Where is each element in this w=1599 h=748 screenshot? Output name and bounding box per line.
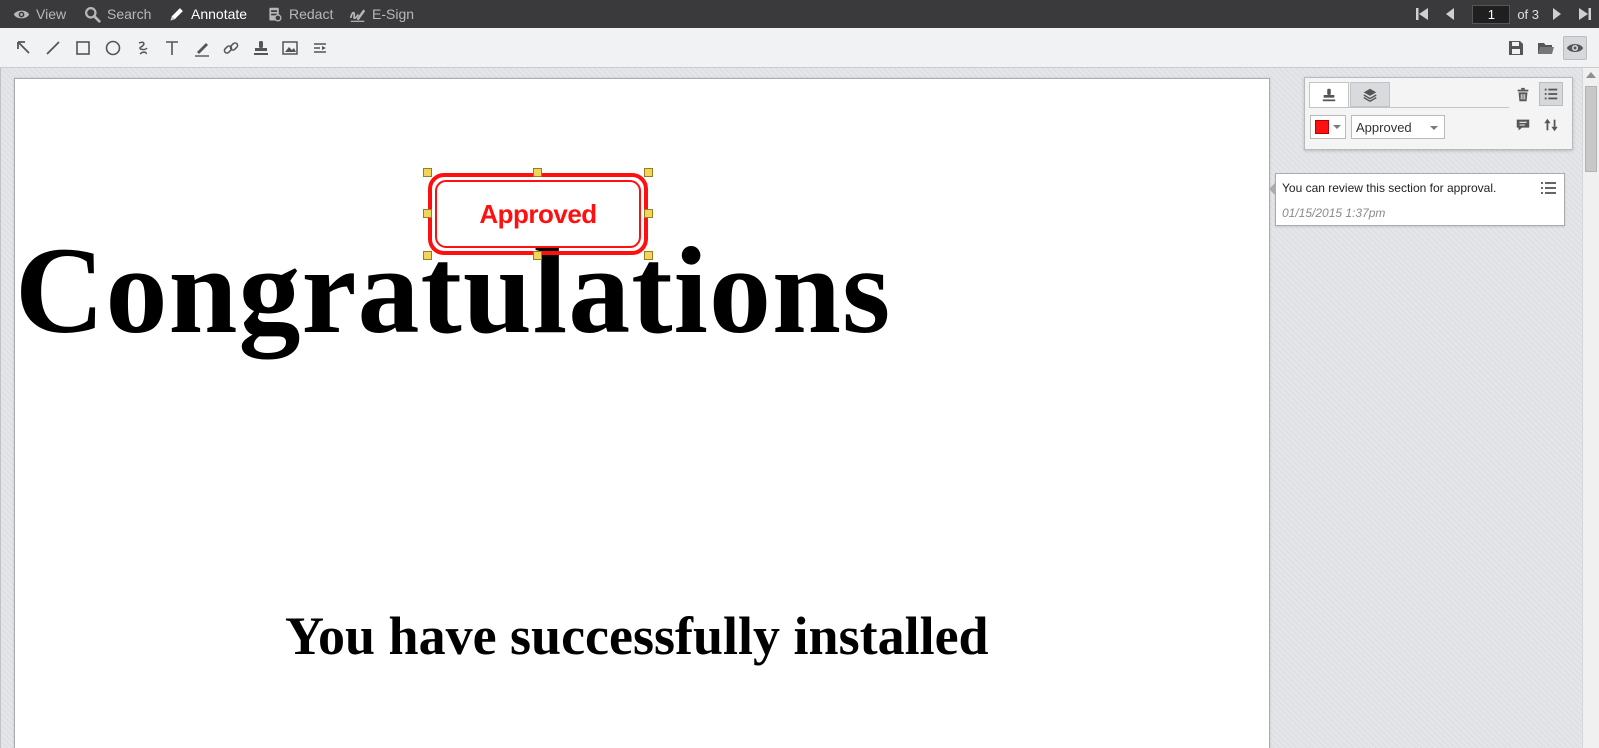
rectangle-tool-button[interactable] <box>71 36 95 60</box>
annotation-list-button[interactable] <box>1539 82 1563 106</box>
list-icon <box>1544 88 1558 100</box>
page-count-label: of 3 <box>1517 6 1539 22</box>
text-tool-button[interactable] <box>160 36 184 60</box>
image-tool-button[interactable] <box>278 36 302 60</box>
pencil-icon <box>170 7 183 20</box>
resize-handle-left[interactable] <box>423 209 432 218</box>
preview-toggle-button[interactable] <box>1563 36 1587 60</box>
link-tool-button[interactable] <box>219 36 243 60</box>
mode-redact[interactable]: Redact <box>266 0 333 28</box>
previous-page-icon <box>1446 8 1455 20</box>
comment-icon <box>1516 119 1530 131</box>
arrow-select-icon <box>17 41 30 54</box>
comment-timestamp: 01/15/2015 1:37pm <box>1282 206 1386 220</box>
mode-bar: View Search Annotate Redact E-Sign of 3 <box>0 0 1599 28</box>
mode-view-label: View <box>36 6 67 22</box>
redact-icon <box>269 7 282 22</box>
chevron-down-icon <box>1430 126 1438 130</box>
resize-handle-top-left[interactable] <box>423 168 432 177</box>
highlighter-icon <box>195 43 209 57</box>
list-icon[interactable] <box>1540 180 1558 196</box>
link-icon <box>223 42 239 54</box>
line-style-icon <box>314 43 326 53</box>
previous-page-button[interactable] <box>1436 0 1464 28</box>
add-comment-button[interactable] <box>1511 113 1535 137</box>
resize-handle-bottom-left[interactable] <box>423 251 432 260</box>
approved-stamp-annotation[interactable]: Approved <box>423 168 653 260</box>
mode-annotate-label: Annotate <box>191 6 248 22</box>
search-icon <box>85 6 101 23</box>
document-workspace: Congratulations You have successfully in… <box>0 68 1599 748</box>
annotation-toolbar <box>0 28 1599 68</box>
ellipse-tool-button[interactable] <box>101 36 125 60</box>
layers-tab[interactable] <box>1350 82 1390 107</box>
layers-tab-icon <box>1363 88 1377 102</box>
resize-handle-top[interactable] <box>533 168 542 177</box>
comment-pointer <box>1269 182 1276 196</box>
image-icon <box>282 41 298 55</box>
reorder-button[interactable] <box>1539 113 1563 137</box>
last-page-button[interactable] <box>1571 0 1599 28</box>
document-subline: You have successfully installed <box>285 606 989 666</box>
freehand-tool-button[interactable] <box>131 36 155 60</box>
tab-divider <box>1309 107 1509 108</box>
document-page[interactable]: Congratulations You have successfully in… <box>14 78 1270 748</box>
stamp-properties-tab[interactable] <box>1309 82 1349 107</box>
highlight-tool-button[interactable] <box>190 36 214 60</box>
scroll-up-arrow-icon[interactable] <box>1586 72 1596 78</box>
stamp-tool-button[interactable] <box>249 36 273 60</box>
mode-view[interactable]: View <box>13 0 66 28</box>
next-page-icon <box>1553 8 1561 20</box>
resize-handle-bottom-right[interactable] <box>644 251 653 260</box>
resize-handle-top-right[interactable] <box>644 168 653 177</box>
freehand-icon <box>138 41 148 55</box>
mode-esign[interactable]: E-Sign <box>349 0 414 28</box>
stamp-properties-panel: Approved <box>1304 77 1573 150</box>
stamp-color-picker[interactable] <box>1310 115 1346 139</box>
ellipse-icon <box>105 40 121 56</box>
line-tool-button[interactable] <box>41 36 65 60</box>
mode-search[interactable]: Search <box>84 0 151 28</box>
vertical-scrollbar[interactable] <box>1582 68 1599 748</box>
line-style-tool-button[interactable] <box>308 36 332 60</box>
save-icon <box>1509 41 1523 55</box>
select-tool-button[interactable] <box>12 36 36 60</box>
trash-icon <box>1517 87 1529 102</box>
stamp-type-select[interactable]: Approved <box>1351 115 1445 139</box>
mode-redact-label: Redact <box>289 6 334 22</box>
stamp-text: Approved <box>479 198 597 229</box>
resize-handle-right[interactable] <box>644 209 653 218</box>
comment-text: You can review this section for approval… <box>1282 181 1497 195</box>
first-page-icon <box>1416 8 1429 20</box>
color-swatch <box>1315 120 1329 134</box>
stamp-icon <box>254 41 268 55</box>
open-button[interactable] <box>1534 36 1558 60</box>
signature-icon <box>349 8 366 22</box>
annotation-comment[interactable]: You can review this section for approval… <box>1269 173 1565 226</box>
resize-handle-bottom[interactable] <box>533 251 542 260</box>
first-page-button[interactable] <box>1408 0 1436 28</box>
stamp-type-value: Approved <box>1356 119 1412 135</box>
text-icon <box>166 41 178 55</box>
page-navigator: of 3 <box>1408 0 1599 28</box>
mode-esign-label: E-Sign <box>372 6 415 22</box>
open-folder-icon <box>1538 43 1554 54</box>
mode-annotate[interactable]: Annotate <box>168 0 247 28</box>
eye-icon <box>1566 43 1584 53</box>
sort-arrows-icon <box>1544 118 1558 132</box>
scrollbar-thumb[interactable] <box>1585 86 1597 172</box>
delete-annotation-button[interactable] <box>1511 83 1535 107</box>
last-page-icon <box>1579 8 1591 20</box>
rectangle-icon <box>76 41 90 55</box>
line-icon <box>46 41 60 55</box>
mode-search-label: Search <box>107 6 152 22</box>
chevron-down-icon <box>1333 125 1341 129</box>
save-button[interactable] <box>1504 36 1528 60</box>
page-number-input[interactable] <box>1472 4 1511 24</box>
next-page-button[interactable] <box>1543 0 1571 28</box>
stamp-tab-icon <box>1322 88 1336 102</box>
eye-icon <box>13 10 30 18</box>
